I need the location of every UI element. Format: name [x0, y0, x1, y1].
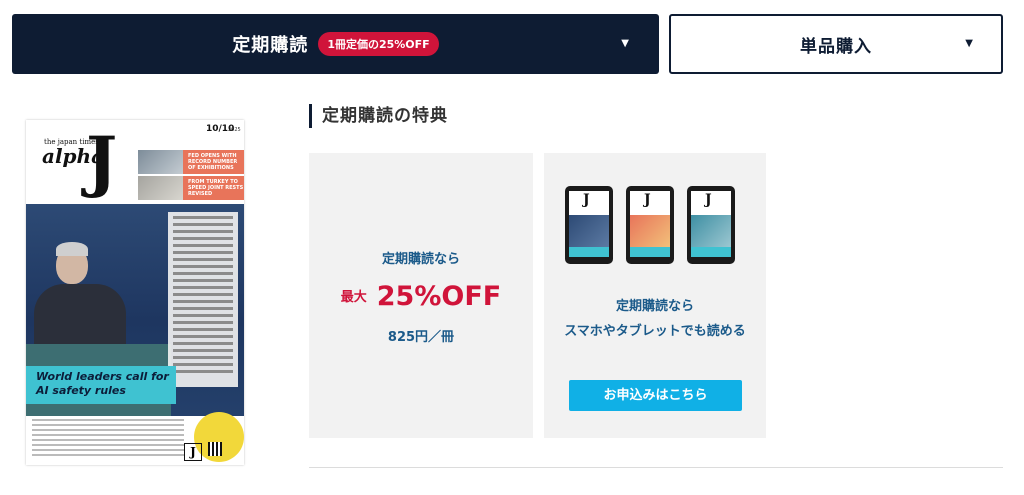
digital-description: スマホやタブレットでも読める — [564, 324, 746, 339]
cover-promo-2-photo — [138, 176, 183, 200]
cover-promo-1-text: FED OPENS WITH RECORD NUMBER OF EXHIBITI… — [188, 153, 238, 171]
tab-single-label: 単品購入 — [800, 36, 872, 57]
discount-amount: 最大 25%OFF — [309, 281, 533, 312]
cover-promo-1-photo — [138, 150, 183, 174]
tablet-screen: J — [630, 191, 670, 257]
discount-prefix: 最大 — [340, 290, 367, 305]
cover-headline: World leaders call for AI safety rules — [36, 370, 169, 397]
tab-subscription[interactable]: 定期購読 1冊定価の25%OFF ▼ — [12, 14, 659, 74]
tab-single-purchase[interactable]: 単品購入 ▼ — [669, 14, 1003, 74]
cover-small-logo: J — [184, 443, 202, 461]
discount-badge: 1冊定価の25%OFF — [318, 32, 439, 56]
tab-subscription-label: 定期購読 — [232, 35, 309, 56]
chevron-down-icon: ▼ — [965, 38, 973, 49]
cover-text-panel — [168, 212, 238, 387]
tablet-icon: J — [565, 186, 613, 264]
magazine-cover-image: the japan times alpha J 10/10 2025 FED O… — [26, 120, 244, 465]
tablet-icon: J — [626, 186, 674, 264]
benefit-card-discount: 定期購読なら 最大 25%OFF 825円／冊 — [309, 153, 533, 438]
apply-button[interactable]: お申込みはこちら — [569, 380, 742, 411]
section-divider — [309, 467, 1003, 468]
cover-issue-year: 2025 — [228, 127, 241, 133]
benefit-card-digital: J J J 定期購読なら スマホやタブレットでも読める お申込みはこちら — [544, 153, 766, 438]
discount-value: 25%OFF — [376, 281, 502, 312]
discount-intro: 定期購読なら — [381, 252, 460, 267]
page: 定期購読 1冊定価の25%OFF ▼ 単品購入 ▼ the japan time… — [0, 0, 1024, 495]
cover-photo-speaker-hair — [56, 242, 88, 256]
price-per-issue: 825円／冊 — [387, 330, 455, 345]
tablet-screen: J — [569, 191, 609, 257]
cover-promo-2-text: FROM TURKEY TO SPEED JOINT RESTS REVISED — [188, 179, 244, 197]
chevron-down-icon: ▼ — [621, 38, 629, 49]
section-title-benefits: 定期購読の特典 — [309, 104, 448, 128]
tablet-icon: J — [687, 186, 735, 264]
tablet-screen: J — [691, 191, 731, 257]
cover-promo-2: FROM TURKEY TO SPEED JOINT RESTS REVISED — [138, 176, 244, 200]
qr-code-icon — [208, 442, 222, 456]
cover-promo-1: FED OPENS WITH RECORD NUMBER OF EXHIBITI… — [138, 150, 244, 174]
cover-brand-j: J — [86, 122, 118, 200]
digital-intro: 定期購読なら — [615, 299, 694, 314]
